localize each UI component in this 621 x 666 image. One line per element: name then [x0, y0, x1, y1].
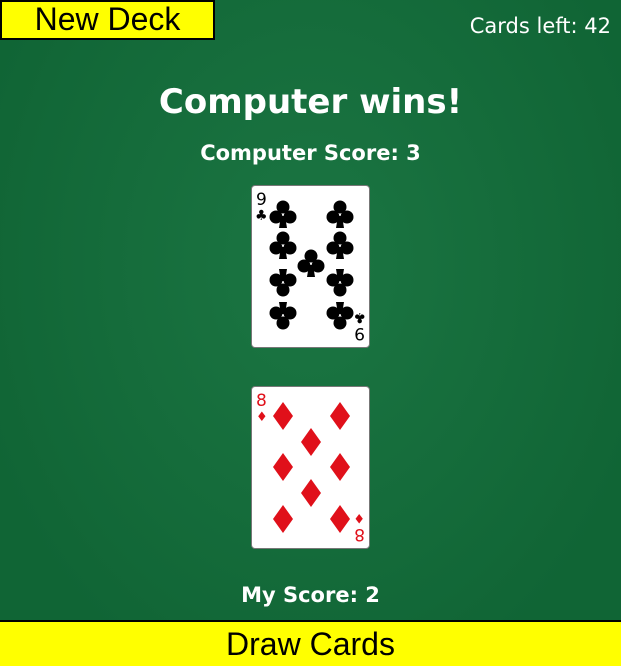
diamond-pip — [330, 402, 350, 430]
computer-card: 9 ♣ 9 ♣ — [251, 185, 370, 348]
new-deck-button[interactable]: New Deck — [0, 0, 215, 40]
club-pip — [269, 302, 297, 330]
club-pip — [326, 231, 354, 259]
diamond-pip — [330, 505, 350, 533]
player-card-rank-bottom: 8 — [354, 524, 365, 544]
player-card-suit-top: ♦ — [256, 410, 268, 425]
computer-card-suit-bottom: ♣ — [353, 309, 366, 325]
computer-score: Computer Score: 3 — [200, 141, 421, 165]
round-result-message: Computer wins! — [158, 82, 463, 122]
player-card-suit-bottom: ♦ — [353, 510, 365, 525]
club-pip — [269, 231, 297, 259]
clubs-pips — [269, 200, 354, 330]
cards-left-counter: Cards left: 42 — [469, 14, 611, 38]
player-card: 8 ♦ 8 ♦ — [251, 386, 370, 549]
club-pip — [297, 249, 325, 277]
draw-cards-button[interactable]: Draw Cards — [0, 620, 621, 666]
diamond-pip — [301, 479, 321, 507]
diamond-pip — [301, 428, 321, 456]
diamond-pip — [330, 453, 350, 481]
diamond-pip — [273, 402, 293, 430]
diamond-pip — [273, 505, 293, 533]
diamonds-pips — [273, 402, 350, 533]
computer-card-suit-top: ♣ — [255, 208, 268, 224]
club-pip — [326, 302, 354, 330]
diamond-pip — [273, 453, 293, 481]
club-pip — [326, 269, 354, 297]
club-pip — [269, 269, 297, 297]
computer-card-rank-top: 9 — [256, 190, 267, 210]
club-pip — [269, 200, 297, 228]
player-card-rank-top: 8 — [256, 391, 267, 411]
computer-card-rank-bottom: 9 — [354, 323, 365, 343]
my-score: My Score: 2 — [241, 583, 380, 607]
club-pip — [326, 200, 354, 228]
